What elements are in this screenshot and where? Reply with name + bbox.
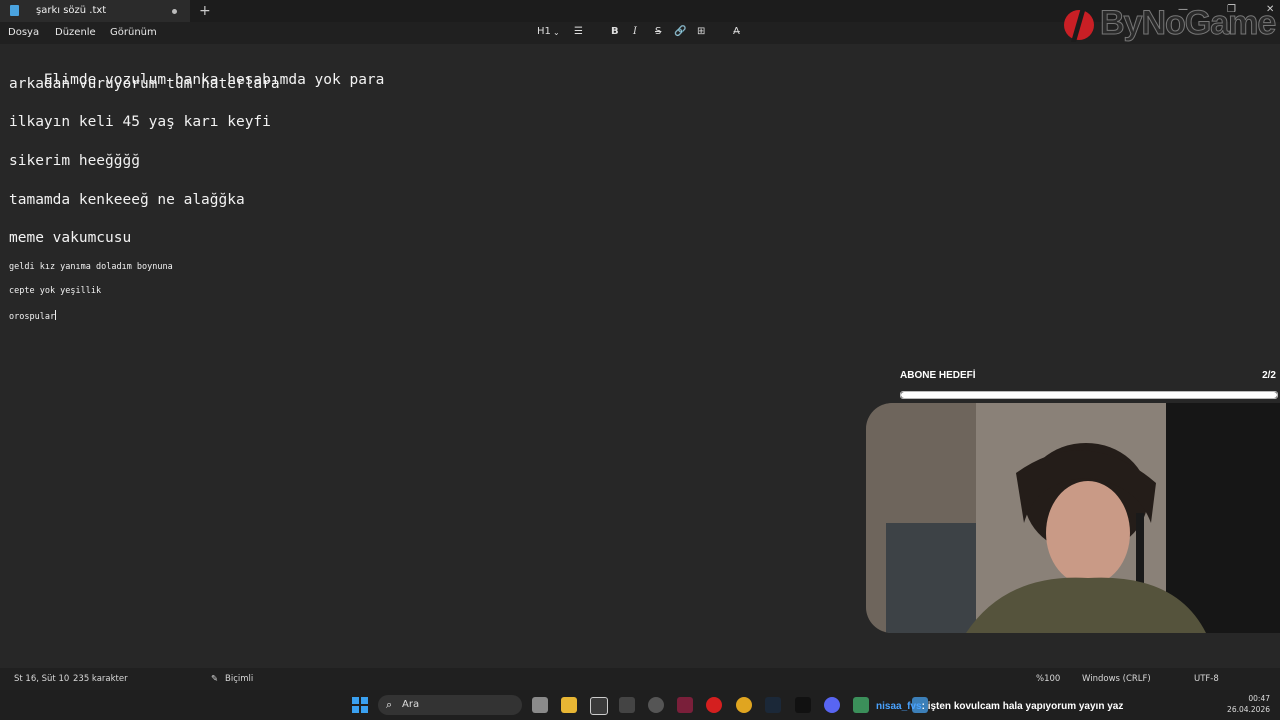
doc-line: ilkayın keli 45 yaş karı keyfi (9, 114, 271, 130)
goal-progress-bar (900, 391, 1278, 399)
doc-line: tamamda kenkeeeğ ne alağğka (9, 192, 245, 208)
italic-button[interactable]: I (633, 26, 637, 37)
capcut-icon[interactable] (590, 697, 608, 715)
heading-dropdown[interactable]: H1 (537, 26, 551, 37)
doc-line: geldi kız yanıma doladım boynuna (9, 262, 173, 272)
chat-ticker: nisaa_fvs: işten kovulcam hala yapıyorum… (876, 701, 1123, 712)
discord-icon[interactable] (824, 697, 840, 713)
cursor-position: St 16, Süt 10 (14, 674, 70, 684)
task-view-icon[interactable] (532, 697, 548, 713)
goal-title: ABONE HEDEFİ (900, 370, 976, 381)
document-tab[interactable]: şarkı sözü .txt (0, 0, 190, 22)
format-icon[interactable]: ✎ (211, 674, 218, 684)
bynogame-logo: ByNoGame (1062, 2, 1280, 44)
encoding[interactable]: UTF-8 (1194, 674, 1219, 684)
doc-line: meme vakumcusu (9, 230, 132, 246)
list-icon[interactable]: ☰ (574, 26, 583, 37)
zoom-level[interactable]: %100 (1036, 674, 1060, 684)
doc-line: arkadan vuruyorum tüm haterlara (9, 76, 280, 92)
format-mode[interactable]: Biçimli (225, 674, 253, 684)
webcam-feed (866, 403, 1280, 633)
search-icon: ⌕ (386, 698, 393, 711)
doc-line-current: orospular (9, 310, 57, 322)
strikethrough-button[interactable]: S (655, 26, 661, 37)
coin-app-icon[interactable] (736, 697, 752, 713)
text-caret (55, 310, 57, 320)
unsaved-dot-icon[interactable] (172, 9, 177, 14)
character-count: 235 karakter (73, 674, 128, 684)
tf-app-icon[interactable] (619, 697, 635, 713)
goal-count: 2/2 (1262, 370, 1276, 381)
taskbar: ⌕ Ara nisaa_fvs: işten kovulcam hala yap… (0, 690, 1280, 720)
line-endings[interactable]: Windows (CRLF) (1082, 674, 1151, 684)
taskbar-search[interactable]: ⌕ Ara (378, 695, 522, 715)
logo-text: ByNoGame (1099, 4, 1276, 43)
chrome-icon[interactable] (648, 697, 664, 713)
clock-date: 26.04.2026 (1227, 705, 1270, 714)
chevron-down-icon[interactable]: ⌄ (553, 28, 560, 37)
doc-line: cepte yok yeşillik (9, 286, 102, 296)
file-explorer-icon[interactable] (561, 697, 577, 713)
status-bar: St 16, Süt 10 235 karakter ✎ Biçimli %10… (0, 668, 1280, 690)
opera-icon[interactable] (706, 697, 722, 713)
menu-file[interactable]: Dosya (8, 27, 39, 38)
new-tab-button[interactable]: + (199, 3, 211, 19)
chat-message: : işten kovulcam hala yapıyorum yayın ya… (921, 701, 1124, 712)
notepad-icon (10, 5, 19, 16)
doc-line: sikerim heeğğğğ (9, 153, 140, 169)
system-clock[interactable]: 00:47 26.04.2026 (1226, 693, 1270, 715)
bold-button[interactable]: B (611, 26, 619, 37)
goal-progress-fill (901, 392, 1277, 398)
menu-view[interactable]: Görünüm (110, 27, 157, 38)
windows-start-icon[interactable] (352, 697, 368, 713)
app-icon[interactable] (677, 697, 693, 713)
clear-formatting-icon[interactable]: A̶ (733, 26, 740, 37)
webcam-image (866, 403, 1280, 633)
tab-title: şarkı sözü .txt (36, 5, 107, 16)
bynogame-mark-icon (1064, 4, 1094, 42)
link-icon[interactable]: 🔗 (674, 26, 686, 37)
steam-icon[interactable] (765, 697, 781, 713)
maps-icon[interactable] (853, 697, 869, 713)
tiktok-icon[interactable] (795, 697, 811, 713)
chat-username: nisaa_fvs (876, 701, 922, 712)
search-placeholder: Ara (402, 699, 420, 710)
clock-time: 00:47 (1248, 694, 1270, 703)
menu-edit[interactable]: Düzenle (55, 27, 96, 38)
table-icon[interactable]: ⊞ (697, 26, 705, 37)
